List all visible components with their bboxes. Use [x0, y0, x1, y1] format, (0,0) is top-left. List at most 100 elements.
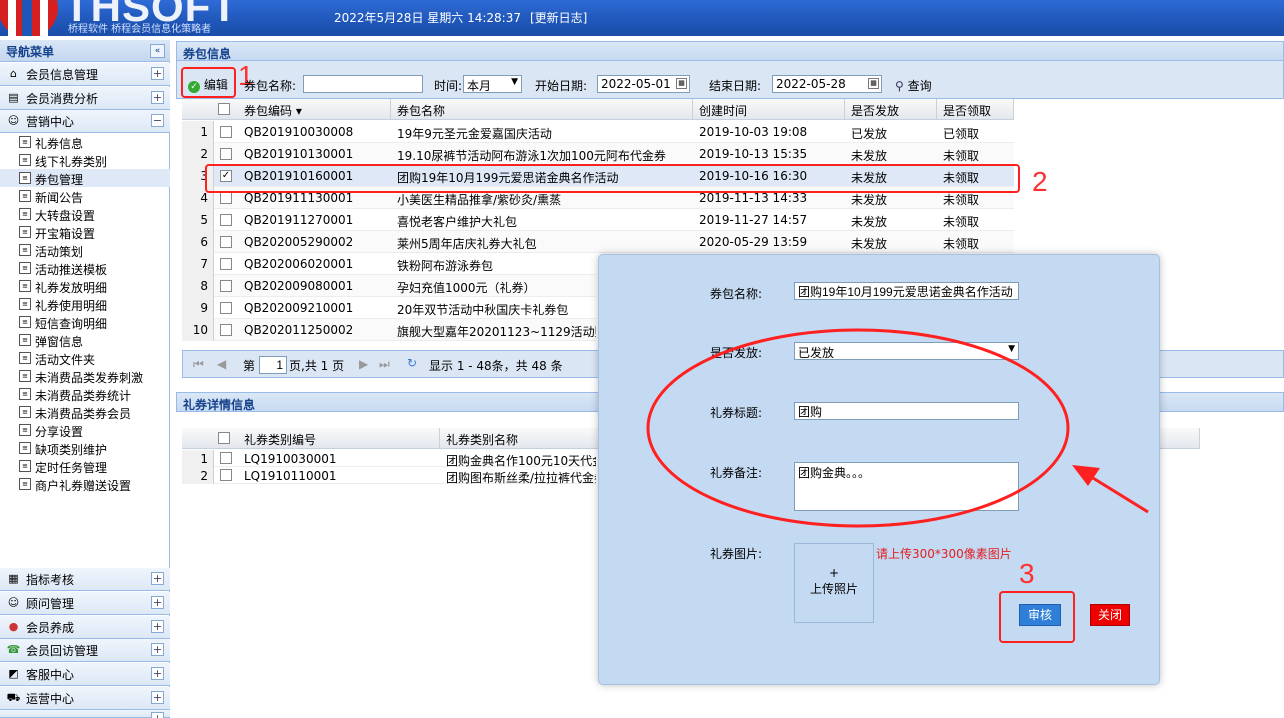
sidebar-item[interactable]: ≡ 活动推送模板 — [0, 259, 170, 277]
prev-page-icon[interactable]: ◀ — [217, 357, 226, 371]
end-date-input[interactable]: 2022-05-28 ▦ — [772, 75, 882, 93]
next-page-icon[interactable]: ▶ — [359, 357, 368, 371]
table-row[interactable]: 1 QB201910030008 19年9元圣元金爱嘉国庆活动 2019-10-03 … — [182, 121, 1014, 143]
list-icon: ≡ — [19, 190, 31, 202]
row-checkbox[interactable] — [220, 302, 232, 314]
sidebar-item[interactable]: ≡ 开宝箱设置 — [0, 223, 170, 241]
expand-icon[interactable]: + — [151, 620, 164, 633]
row-number: 2 — [182, 143, 214, 165]
sidebar-item[interactable]: ≡ 定时任务管理 — [0, 457, 170, 475]
sidebar-item[interactable]: ≡ 线下礼券类别 — [0, 151, 170, 169]
sidebar-item[interactable]: ≡ 礼券信息 — [0, 133, 170, 151]
search-label: 查询 — [907, 79, 932, 93]
home-icon: ⌂ — [10, 67, 17, 80]
sidebar-item[interactable]: ≡ 弹窗信息 — [0, 331, 170, 349]
sidebar-item[interactable]: ≡ 券包管理 — [0, 169, 170, 187]
sidebar-section-advisor[interactable]: ☺ 顾问管理 + — [0, 592, 170, 615]
row-checkbox[interactable] — [220, 469, 232, 481]
sidebar-item[interactable]: ≡ 大转盘设置 — [0, 205, 170, 223]
row-checkbox[interactable] — [220, 148, 232, 160]
row-checkbox[interactable] — [220, 192, 232, 204]
sidebar-item[interactable]: ≡ 未消费品类券统计 — [0, 385, 170, 403]
page-prefix: 第 — [243, 359, 256, 373]
sidebar-item[interactable]: ≡ 礼券发放明细 — [0, 277, 170, 295]
table-row[interactable]: 5 QB201911270001 喜悦老客户维护大礼包 2019-11-27 14:5… — [182, 209, 1014, 231]
expand-icon[interactable]: + — [151, 667, 164, 680]
sidebar-section-service[interactable]: ◩ 客服中心 + — [0, 663, 170, 686]
sidebar-item[interactable]: ≡ 新闻公告 — [0, 187, 170, 205]
dialog-name-input[interactable] — [794, 282, 1019, 300]
column-header-received[interactable]: 是否领取 — [937, 99, 1014, 119]
expand-icon[interactable]: + — [151, 691, 164, 704]
calendar-icon[interactable]: ▦ — [868, 78, 879, 89]
table-row[interactable]: 2 QB201910130001 19.10尿裤节活动阿布游泳1次加100元阿布代金… — [182, 143, 1014, 165]
select-all-checkbox[interactable] — [218, 103, 230, 115]
expand-icon[interactable]: + — [151, 91, 164, 104]
expand-icon[interactable]: + — [151, 596, 164, 609]
expand-icon[interactable]: + — [151, 712, 164, 718]
sidebar-item-label: 券包管理 — [35, 173, 84, 187]
phone-icon: ☎ — [6, 643, 21, 656]
chevron-down-icon: ▼ — [511, 77, 518, 87]
time-label: 时间: — [434, 79, 463, 93]
refresh-icon[interactable]: ↻ — [407, 356, 417, 370]
row-checkbox[interactable] — [220, 236, 232, 248]
sidebar-section-more[interactable]: + — [0, 710, 170, 718]
sidebar-item[interactable]: ≡ 未消费品类券会员 — [0, 403, 170, 421]
last-page-icon[interactable]: ⏭ — [379, 357, 390, 372]
collapse-icon[interactable]: − — [151, 114, 164, 127]
page-number-input[interactable] — [259, 356, 287, 374]
sidebar-item[interactable]: ≡ 活动文件夹 — [0, 349, 170, 367]
row-checkbox[interactable] — [220, 280, 232, 292]
table-row[interactable]: 9 QB202009210001 20年双节活动中秋国庆卡礼券包 — [182, 297, 596, 319]
table-row[interactable]: 10 QB202011250002 旗舰大型嘉年20201123~1129活动赠券 — [182, 319, 596, 341]
sidebar-item-label: 大转盘设置 — [35, 209, 96, 223]
sidebar-item[interactable]: ≡ 商户礼券赠送设置 — [0, 475, 170, 493]
start-date-input[interactable]: 2022-05-01 ▦ — [597, 75, 690, 93]
table-row[interactable]: 1LQ1910030001团购金典名作100元10天代金券 — [182, 450, 596, 468]
sidebar-item[interactable]: ≡ 缺项类别维护 — [0, 439, 170, 457]
column-header-issued[interactable]: 是否发放 — [845, 99, 937, 119]
column-header-type-code[interactable]: 礼券类别编号 — [238, 428, 440, 448]
table-row[interactable]: 6 QB202005290002 莱州5周年店庆礼券大礼包 2020-05-29 13… — [182, 231, 1014, 253]
collapse-sidebar-button[interactable]: « — [150, 44, 165, 58]
annotation-number-3: 3 — [1019, 558, 1035, 589]
sidebar-section-member-info[interactable]: ⌂ 会员信息管理 + — [0, 63, 170, 86]
search-button[interactable]: ⚲ 查询 — [895, 77, 932, 94]
expand-icon[interactable]: + — [151, 67, 164, 80]
select-all-checkbox[interactable] — [218, 432, 230, 444]
search-icon: ⚲ — [895, 79, 904, 93]
expand-icon[interactable]: + — [151, 643, 164, 656]
sidebar-item[interactable]: ≡ 分享设置 — [0, 421, 170, 439]
sidebar-item-label: 商户礼券赠送设置 — [35, 479, 132, 493]
row-checkbox[interactable] — [220, 324, 232, 336]
row-checkbox[interactable] — [220, 258, 232, 270]
column-header-created[interactable]: 创建时间 — [693, 99, 845, 119]
calendar-icon[interactable]: ▦ — [676, 78, 687, 89]
changelog-link[interactable]: [更新日志] — [530, 9, 587, 26]
table-row[interactable]: 2 LQ1910110001 团购图布斯丝柔/拉拉裤代金券 — [182, 467, 596, 485]
column-header-code[interactable]: 券包编码 ▾ — [238, 99, 391, 119]
sidebar-item[interactable]: ≡ 活动策划 — [0, 241, 170, 259]
sidebar-item[interactable]: ≡ 短信查询明细 — [0, 313, 170, 331]
table-row[interactable]: 7 QB202006020001 铁粉阿布游泳券包 — [182, 253, 596, 275]
column-header-name[interactable]: 券包名称 — [391, 99, 693, 119]
sidebar-section-marketing[interactable]: ☺ 营销中心 − — [0, 110, 170, 133]
list-icon: ≡ — [19, 442, 31, 454]
row-checkbox[interactable] — [220, 452, 232, 464]
sidebar-item[interactable]: ≡ 礼券使用明细 — [0, 295, 170, 313]
sidebar-section-consumption[interactable]: ▤ 会员消费分析 + — [0, 87, 170, 110]
sidebar-section-operation[interactable]: ⛟ 运营中心 + — [0, 687, 170, 710]
time-select[interactable]: 本月 ▼ — [463, 75, 522, 93]
table-row[interactable]: 8 QB202009080001 孕妇充值1000元（礼券） — [182, 275, 596, 297]
row-checkbox[interactable] — [220, 214, 232, 226]
sidebar-section-kpi[interactable]: ▦ 指标考核 + — [0, 568, 170, 591]
row-checkbox[interactable] — [220, 126, 232, 138]
close-button[interactable]: 关闭 — [1090, 604, 1130, 626]
pack-name-input[interactable] — [303, 75, 423, 93]
sidebar-section-member-growth[interactable]: ● 会员养成 + — [0, 616, 170, 639]
expand-icon[interactable]: + — [151, 572, 164, 585]
first-page-icon[interactable]: ⏮ — [193, 357, 204, 372]
sidebar-section-revisit[interactable]: ☎ 会员回访管理 + — [0, 639, 170, 662]
sidebar-item[interactable]: ≡ 未消费品类发券刺激 — [0, 367, 170, 385]
